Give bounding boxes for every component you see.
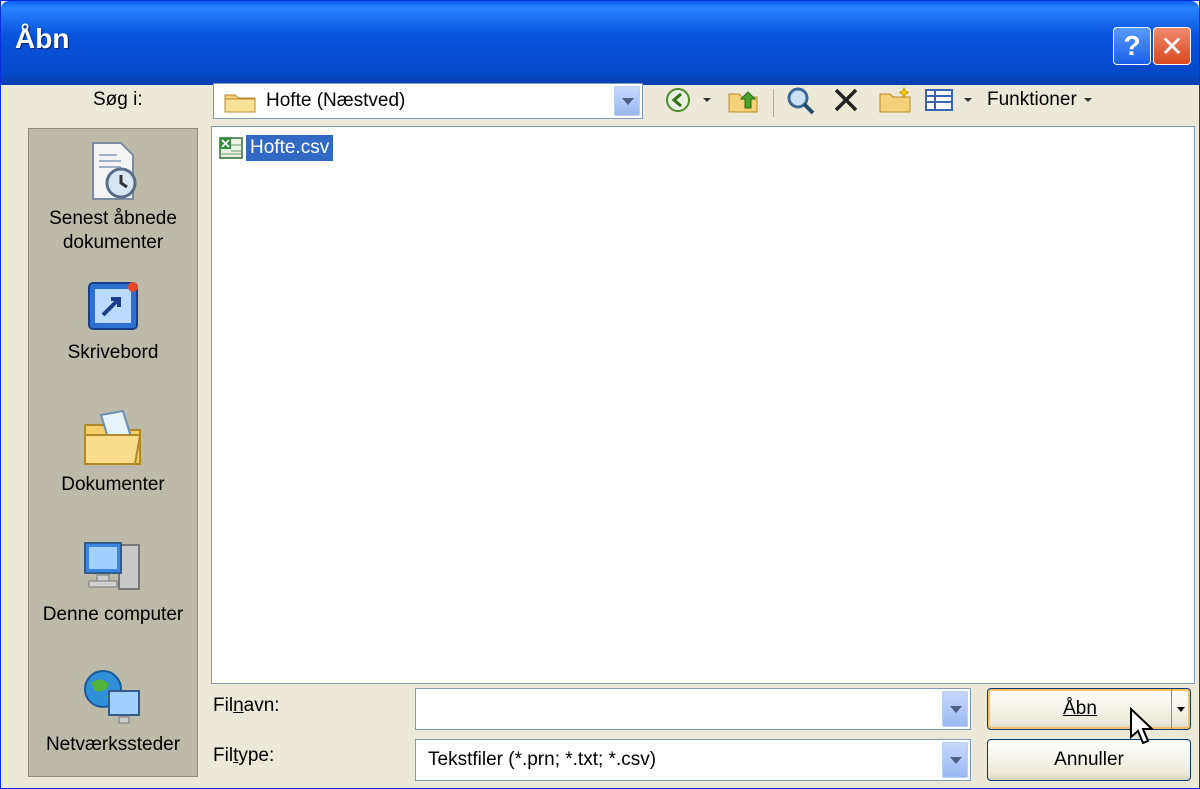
place-label: Dokumenter bbox=[61, 474, 165, 495]
delete-button[interactable] bbox=[829, 83, 863, 117]
place-desktop[interactable]: Skrivebord bbox=[29, 277, 197, 365]
place-my-computer[interactable]: Denne computer bbox=[29, 537, 197, 627]
title-bar[interactable]: Åbn ? ✕ bbox=[1, 1, 1199, 85]
question-icon: ? bbox=[1123, 30, 1141, 61]
tools-menu-button[interactable]: Funktioner bbox=[987, 83, 1117, 117]
lookin-label: Søg i: bbox=[93, 89, 143, 110]
network-icon bbox=[84, 670, 140, 724]
help-button[interactable]: ? bbox=[1113, 27, 1151, 65]
open-dialog: Åbn ? ✕ Søg i: Hofte (Næstved) Funktione… bbox=[0, 0, 1200, 789]
folder-icon bbox=[224, 94, 256, 113]
filetype-dropdown-arrow[interactable] bbox=[942, 742, 968, 778]
back-button[interactable] bbox=[661, 83, 695, 117]
open-button-label: Åbn bbox=[1063, 698, 1097, 719]
toolbar-separator bbox=[773, 89, 774, 117]
place-label: Netværkssteder bbox=[45, 734, 181, 755]
recent-documents-icon bbox=[92, 142, 137, 200]
up-folder-icon bbox=[728, 91, 758, 113]
lookin-combo[interactable]: Hofte (Næstved) bbox=[213, 83, 643, 119]
list-item[interactable]: Hofte.csv bbox=[218, 135, 334, 161]
search-web-button[interactable] bbox=[783, 83, 819, 117]
close-button[interactable]: ✕ bbox=[1153, 27, 1191, 65]
file-name: Hofte.csv bbox=[246, 135, 334, 161]
new-folder-button[interactable] bbox=[875, 83, 915, 117]
place-label: Skrivebord bbox=[67, 342, 159, 363]
views-button[interactable] bbox=[921, 83, 957, 117]
chevron-down-icon bbox=[964, 98, 972, 102]
file-list[interactable]: Hofte.csv bbox=[211, 126, 1195, 684]
place-label: Senest åbnede dokumenter bbox=[49, 208, 177, 253]
place-documents[interactable]: Dokumenter bbox=[29, 407, 197, 497]
search-web-icon bbox=[787, 87, 815, 115]
close-icon: ✕ bbox=[1160, 30, 1184, 62]
filename-input[interactable] bbox=[415, 688, 971, 730]
up-folder-button[interactable] bbox=[725, 83, 761, 117]
place-recent[interactable]: Senest åbnede dokumenter bbox=[29, 139, 197, 255]
filetype-label: Filtype: bbox=[213, 745, 275, 766]
cancel-button-label: Annuller bbox=[1054, 749, 1124, 770]
cancel-button[interactable]: Annuller bbox=[987, 739, 1191, 781]
back-dropdown[interactable] bbox=[697, 83, 717, 117]
tools-menu-label: Funktioner bbox=[987, 89, 1077, 110]
chevron-down-icon bbox=[1083, 98, 1092, 102]
desktop-icon bbox=[88, 282, 138, 330]
new-folder-icon bbox=[879, 86, 911, 113]
window-title: Åbn bbox=[15, 23, 70, 54]
delete-icon bbox=[834, 88, 858, 112]
chevron-down-icon bbox=[703, 98, 711, 102]
excel-csv-icon bbox=[219, 137, 243, 159]
filename-dropdown-arrow[interactable] bbox=[942, 691, 968, 727]
views-dropdown[interactable] bbox=[959, 83, 977, 117]
open-options-dropdown[interactable] bbox=[1171, 689, 1190, 729]
filename-label: Filnavn: bbox=[213, 695, 280, 716]
computer-icon bbox=[84, 542, 140, 590]
mouse-cursor-icon bbox=[1130, 707, 1155, 745]
place-network[interactable]: Netværkssteder bbox=[29, 667, 197, 757]
back-arrow-icon bbox=[666, 88, 690, 112]
place-label: Denne computer bbox=[42, 604, 184, 625]
documents-icon bbox=[84, 409, 142, 465]
views-icon bbox=[925, 89, 953, 111]
lookin-dropdown-arrow[interactable] bbox=[614, 86, 640, 116]
open-button[interactable]: Åbn bbox=[987, 688, 1191, 730]
lookin-value: Hofte (Næstved) bbox=[266, 90, 406, 111]
places-bar: Senest åbnede dokumenter Skrivebord Doku… bbox=[28, 128, 198, 777]
filetype-select[interactable]: Tekstfiler (*.prn; *.txt; *.csv) bbox=[415, 739, 971, 781]
filetype-value: Tekstfiler (*.prn; *.txt; *.csv) bbox=[428, 749, 657, 770]
